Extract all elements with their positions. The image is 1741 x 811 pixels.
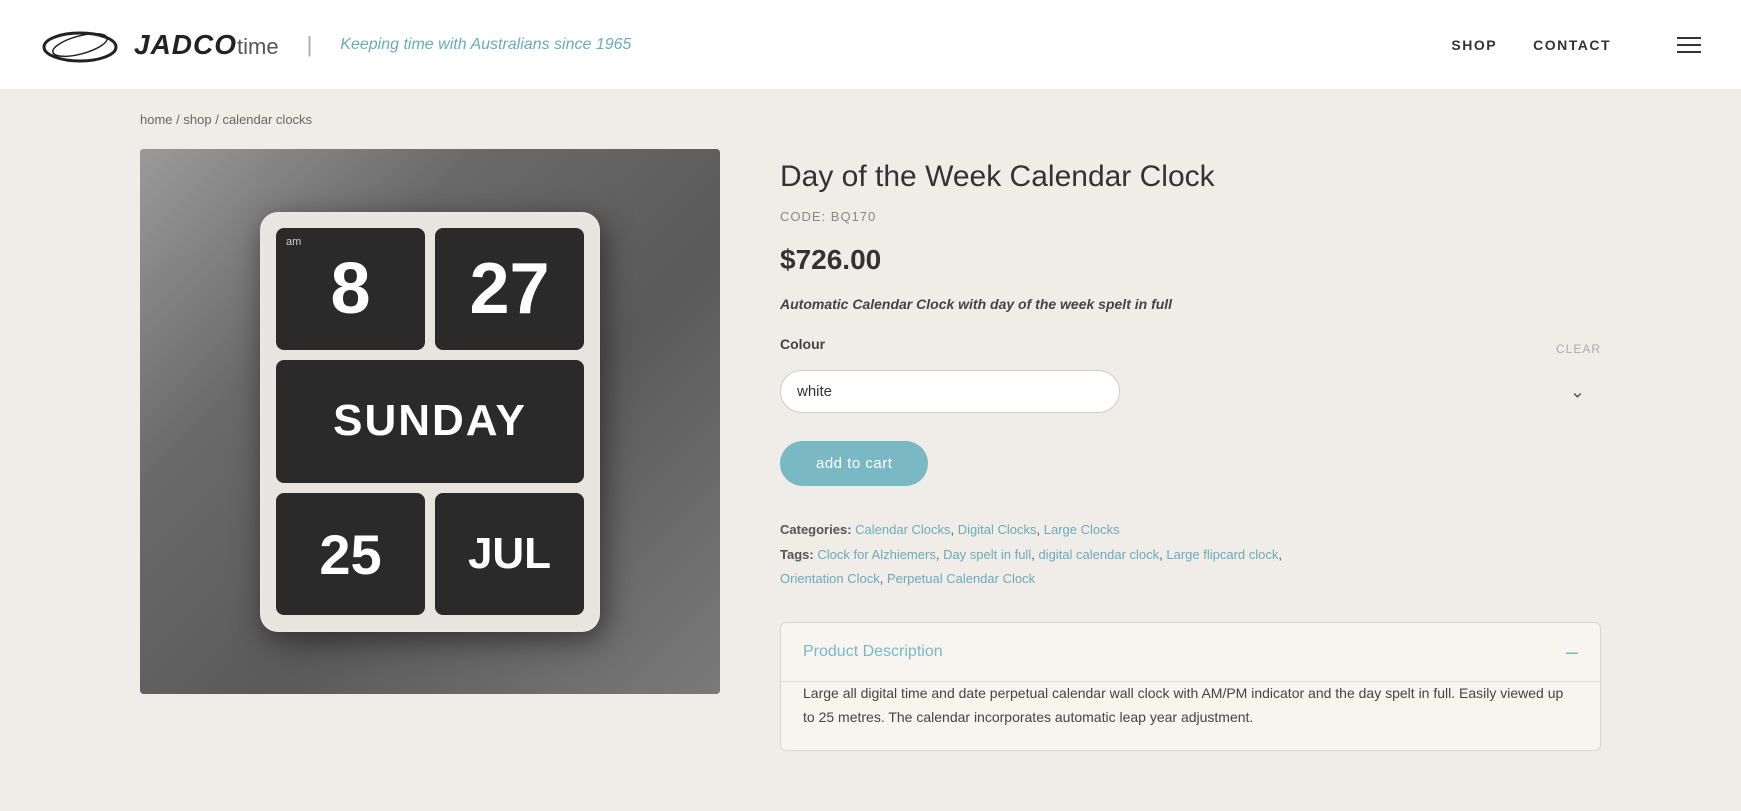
- product-description-body: Large all digital time and date perpetua…: [781, 681, 1600, 750]
- tag-digital-calendar[interactable]: digital calendar clock: [1038, 547, 1159, 562]
- breadcrumb-category: calendar clocks: [222, 112, 312, 127]
- clock-minute: 27: [435, 228, 584, 351]
- product-details-col: Day of the Week Calendar Clock CODE: BQ1…: [780, 149, 1601, 751]
- clock-date-row: 25 JUL: [276, 493, 584, 616]
- tags-label: Tags:: [780, 547, 814, 562]
- breadcrumb: home / shop / calendar clocks: [0, 90, 1741, 149]
- product-description-section: Product Description – Large all digital …: [780, 622, 1601, 751]
- clock-face: am 8 27 SUNDAY: [260, 212, 600, 632]
- product-code: CODE: BQ170: [780, 209, 1601, 224]
- product-tagline: Automatic Calendar Clock with day of the…: [780, 296, 1601, 312]
- clock-minute-value: 27: [469, 248, 549, 330]
- product-code-label: CODE:: [780, 209, 826, 224]
- categories-tags: Categories: Calendar Clocks, Digital Clo…: [780, 518, 1601, 592]
- clock-day-value: SUNDAY: [333, 396, 527, 446]
- nav: SHOP CONTACT: [1451, 37, 1701, 53]
- colour-select-wrapper: white black ⌄: [780, 370, 1601, 413]
- tag-clock-alzhiemers[interactable]: Clock for Alzhiemers: [817, 547, 935, 562]
- product-code-value: BQ170: [831, 209, 876, 224]
- logo-brand: JADCOtime: [134, 29, 279, 61]
- nav-shop[interactable]: SHOP: [1451, 37, 1497, 53]
- product-description-collapse-icon[interactable]: –: [1566, 641, 1578, 663]
- clock-background: am 8 27 SUNDAY: [140, 149, 720, 694]
- header-tagline: Keeping time with Australians since 1965: [340, 36, 631, 54]
- tags-line: Tags: Clock for Alzhiemers, Day spelt in…: [780, 543, 1601, 592]
- product-image: am 8 27 SUNDAY: [140, 149, 720, 694]
- product-title: Day of the Week Calendar Clock: [780, 159, 1601, 195]
- category-large-clocks[interactable]: Large Clocks: [1044, 522, 1120, 537]
- product-price: $726.00: [780, 244, 1601, 276]
- hamburger-line-1: [1677, 37, 1701, 39]
- add-to-cart-button[interactable]: add to cart: [780, 441, 928, 486]
- product-description-title: Product Description: [803, 643, 943, 661]
- categories-line: Categories: Calendar Clocks, Digital Clo…: [780, 518, 1601, 543]
- hamburger-menu[interactable]: [1677, 37, 1701, 53]
- logo-jadco: JADCO: [134, 29, 237, 61]
- breadcrumb-home[interactable]: home: [140, 112, 173, 127]
- colour-clear[interactable]: CLEAR: [1556, 342, 1601, 356]
- colour-row: Colour CLEAR: [780, 336, 1601, 362]
- category-digital-clocks[interactable]: Digital Clocks: [958, 522, 1037, 537]
- chevron-down-icon: ⌄: [1570, 381, 1585, 402]
- hamburger-line-2: [1677, 44, 1701, 46]
- colour-select[interactable]: white black: [780, 370, 1120, 413]
- hamburger-line-3: [1677, 51, 1701, 53]
- clock-time-row: am 8 27: [276, 228, 584, 351]
- tag-flipcard[interactable]: Large flipcard clock: [1166, 547, 1278, 562]
- logo-divider: |: [307, 32, 313, 58]
- clock-day-row: SUNDAY: [276, 360, 584, 483]
- tag-day-spelt[interactable]: Day spelt in full: [943, 547, 1031, 562]
- product-description-header[interactable]: Product Description –: [781, 623, 1600, 681]
- clock-hour-value: 8: [330, 248, 370, 330]
- tag-orientation[interactable]: Orientation Clock: [780, 571, 880, 586]
- tag-perpetual[interactable]: Perpetual Calendar Clock: [887, 571, 1035, 586]
- main-content: am 8 27 SUNDAY: [0, 149, 1741, 791]
- colour-label: Colour: [780, 336, 825, 352]
- clock-month: JUL: [435, 493, 584, 616]
- category-calendar-clocks[interactable]: Calendar Clocks: [855, 522, 950, 537]
- clock-date-value: 25: [319, 522, 381, 587]
- breadcrumb-shop[interactable]: shop: [183, 112, 211, 127]
- clock-ampm: am: [286, 236, 301, 248]
- clock-hour: am 8: [276, 228, 425, 351]
- logo-time: time: [237, 34, 279, 60]
- nav-contact[interactable]: CONTACT: [1533, 37, 1611, 53]
- categories-label: Categories:: [780, 522, 852, 537]
- clock-date: 25: [276, 493, 425, 616]
- clock-month-value: JUL: [468, 529, 551, 579]
- product-image-col: am 8 27 SUNDAY: [140, 149, 720, 751]
- logo-swoosh-icon: [40, 17, 120, 72]
- header: JADCOtime | Keeping time with Australian…: [0, 0, 1741, 90]
- logo-area: JADCOtime | Keeping time with Australian…: [40, 17, 631, 72]
- clock-day: SUNDAY: [276, 360, 584, 483]
